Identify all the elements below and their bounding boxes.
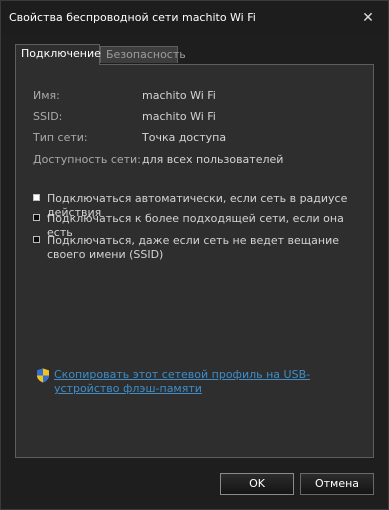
checkbox[interactable] <box>33 214 40 221</box>
connection-panel: Имя: machito Wi Fi SSID: machito Wi Fi Т… <box>15 64 374 458</box>
property-value: для всех пользователей <box>142 153 284 166</box>
cancel-button[interactable]: Отмена <box>300 473 374 495</box>
property-value: machito Wi Fi <box>142 89 216 102</box>
tab-security[interactable]: Безопасность <box>100 46 186 63</box>
uac-shield-icon <box>36 368 50 387</box>
tab-connection[interactable]: Подключение <box>15 44 101 65</box>
close-button[interactable]: ✕ <box>358 9 378 27</box>
property-label: Тип сети: <box>33 131 88 144</box>
ok-button[interactable]: OK <box>220 473 294 495</box>
window-title: Свойства беспроводной сети machito Wi Fi <box>9 11 256 24</box>
checkbox[interactable] <box>33 194 40 201</box>
property-value: machito Wi Fi <box>142 110 216 123</box>
property-label: SSID: <box>33 110 63 123</box>
property-label: Доступность сети: <box>33 153 141 166</box>
property-label: Имя: <box>33 89 60 102</box>
checkbox[interactable] <box>33 236 40 243</box>
title-bar[interactable]: Свойства беспроводной сети machito Wi Fi… <box>1 1 388 35</box>
wireless-properties-dialog: Свойства беспроводной сети machito Wi Fi… <box>0 0 389 510</box>
copy-profile-to-usb-link[interactable]: Скопировать этот сетевой профиль на USB-… <box>54 368 354 396</box>
property-value: Точка доступа <box>142 131 227 144</box>
checkbox-label: Подключаться, даже если сеть не ведет ве… <box>47 234 339 261</box>
